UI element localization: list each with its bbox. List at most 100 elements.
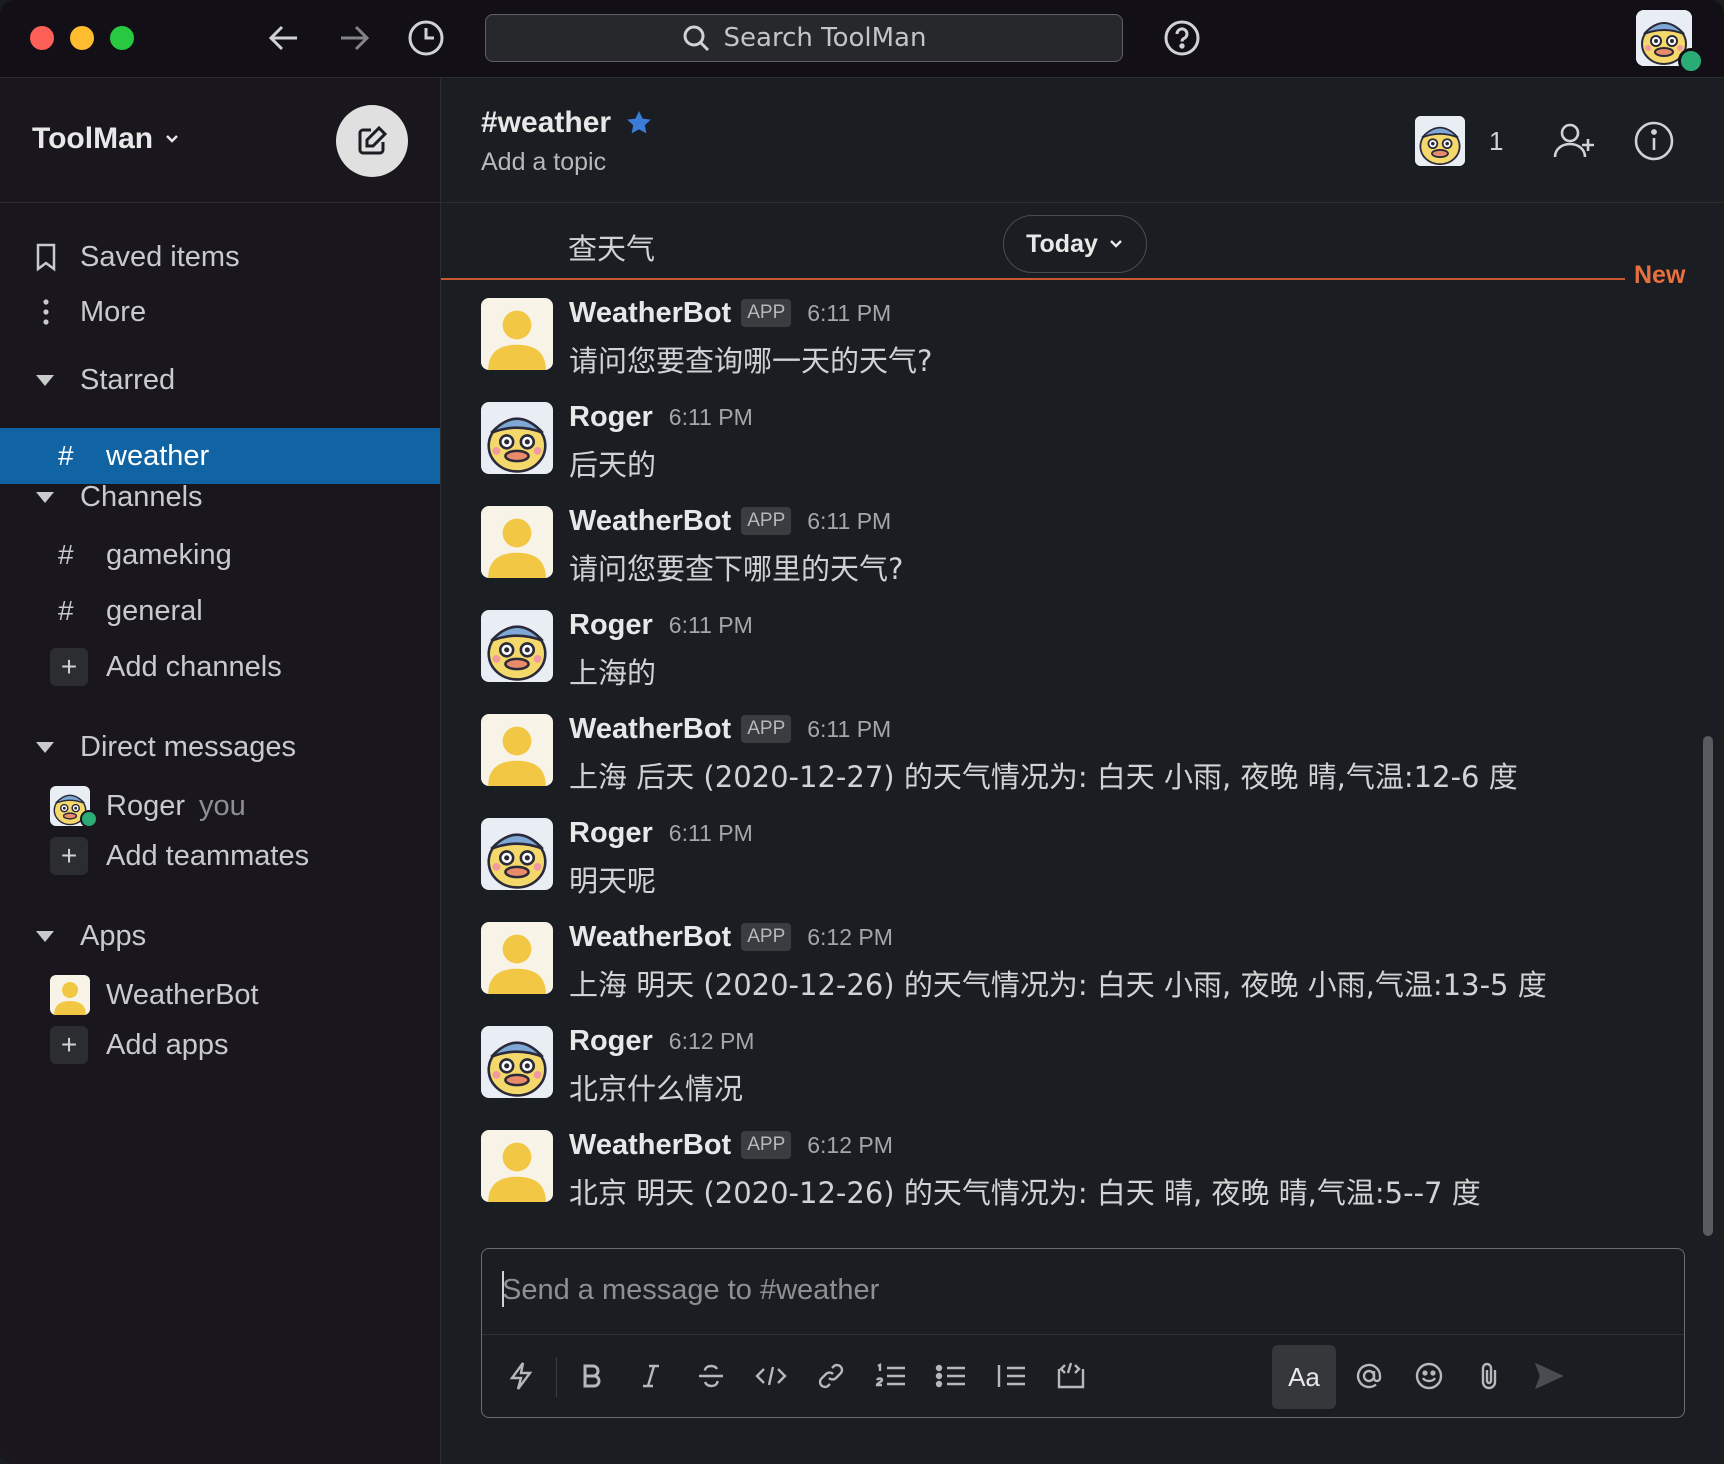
message-timestamp[interactable]: 6:12 PM xyxy=(807,1132,893,1159)
blockquote-icon[interactable] xyxy=(984,1349,1038,1403)
message-timestamp[interactable]: 6:12 PM xyxy=(669,1028,755,1055)
avatar[interactable] xyxy=(481,1026,553,1098)
compose-button[interactable] xyxy=(336,105,408,177)
ordered-list-icon[interactable] xyxy=(864,1349,918,1403)
member-count: 1 xyxy=(1489,125,1504,156)
message-scrollbar[interactable] xyxy=(1703,736,1713,1236)
message-author[interactable]: Roger xyxy=(569,1025,653,1058)
workspace-header: ToolMan xyxy=(0,78,440,203)
workspace-menu[interactable]: ToolMan xyxy=(32,122,181,156)
toolbar-divider xyxy=(482,1334,1684,1335)
sidebar-item-general[interactable]: # general xyxy=(0,585,440,637)
bulleted-list-icon[interactable] xyxy=(924,1349,978,1403)
search-placeholder: Search ToolMan xyxy=(723,23,927,53)
bot-avatar[interactable] xyxy=(481,714,553,786)
code-block-icon[interactable] xyxy=(1044,1349,1098,1403)
message-item[interactable]: WeatherBot APP 6:11 PM 请问您要查询哪一天的天气? xyxy=(481,296,1681,392)
message-author[interactable]: Roger xyxy=(569,817,653,850)
help-icon[interactable] xyxy=(1162,18,1202,58)
sidebar-item-weatherbot[interactable]: WeatherBot xyxy=(0,969,440,1021)
section-channels[interactable]: Channels xyxy=(0,471,440,523)
attachment-icon[interactable] xyxy=(1462,1349,1516,1403)
sidebar-item-more[interactable]: More xyxy=(0,286,440,338)
message-author[interactable]: WeatherBot xyxy=(569,921,731,954)
member-list-button[interactable]: 1 xyxy=(1415,116,1503,166)
sidebar-item-label: More xyxy=(80,295,147,328)
zoom-window-button[interactable] xyxy=(110,26,134,50)
channel-title-button[interactable]: #weather xyxy=(481,106,653,140)
message-item[interactable]: WeatherBot APP 6:12 PM 上海 明天 (2020-12-26) … xyxy=(481,920,1681,1016)
message-author[interactable]: WeatherBot xyxy=(569,505,731,538)
search-bar[interactable]: Search ToolMan xyxy=(485,14,1123,62)
add-people-icon[interactable] xyxy=(1551,118,1597,164)
chevron-down-icon xyxy=(1110,240,1122,248)
add-topic-link[interactable]: Add a topic xyxy=(481,148,606,177)
add-channels-button[interactable]: + Add channels xyxy=(0,641,440,693)
forward-arrow-icon[interactable] xyxy=(334,18,374,58)
message-item[interactable]: WeatherBot APP 6:11 PM 上海 后天 (2020-12-27) … xyxy=(481,712,1681,808)
message-composer[interactable]: Aa xyxy=(481,1248,1685,1418)
avatar[interactable] xyxy=(481,818,553,890)
message-timestamp[interactable]: 6:12 PM xyxy=(807,924,893,951)
message-timestamp[interactable]: 6:11 PM xyxy=(807,508,891,535)
mention-icon[interactable] xyxy=(1342,1349,1396,1403)
strikethrough-icon[interactable] xyxy=(684,1349,738,1403)
bot-avatar[interactable] xyxy=(481,506,553,578)
link-icon[interactable] xyxy=(804,1349,858,1403)
message-item[interactable]: Roger 6:11 PM 后天的 xyxy=(481,400,1681,496)
bot-avatar[interactable] xyxy=(481,298,553,370)
message-author[interactable]: WeatherBot xyxy=(569,1129,731,1162)
toolbar-separator xyxy=(556,1357,557,1397)
send-icon[interactable] xyxy=(1522,1349,1576,1403)
minimize-window-button[interactable] xyxy=(70,26,94,50)
close-window-button[interactable] xyxy=(30,26,54,50)
sidebar-item-gameking[interactable]: # gameking xyxy=(0,529,440,581)
bot-avatar[interactable] xyxy=(481,1130,553,1202)
date-jump-button[interactable]: Today xyxy=(1003,215,1147,273)
message-item[interactable]: WeatherBot APP 6:12 PM 北京 明天 (2020-12-26) … xyxy=(481,1128,1681,1224)
message-item[interactable]: Roger 6:12 PM 北京什么情况 xyxy=(481,1024,1681,1120)
avatar[interactable] xyxy=(481,402,553,474)
message-author[interactable]: WeatherBot xyxy=(569,297,731,330)
bold-icon[interactable] xyxy=(564,1349,618,1403)
back-arrow-icon[interactable] xyxy=(264,18,304,58)
info-icon[interactable] xyxy=(1631,118,1677,164)
bot-avatar xyxy=(50,975,90,1015)
message-timestamp[interactable]: 6:11 PM xyxy=(807,300,891,327)
section-direct-messages[interactable]: Direct messages xyxy=(0,721,440,773)
add-apps-button[interactable]: + Add apps xyxy=(0,1019,440,1071)
section-label: Direct messages xyxy=(80,730,296,763)
section-starred[interactable]: Starred xyxy=(0,354,440,406)
message-timestamp[interactable]: 6:11 PM xyxy=(807,716,891,743)
bot-avatar[interactable] xyxy=(481,922,553,994)
avatar[interactable] xyxy=(481,610,553,682)
message-author[interactable]: Roger xyxy=(569,609,653,642)
message-timestamp[interactable]: 6:11 PM xyxy=(669,404,753,431)
message-timestamp[interactable]: 6:11 PM xyxy=(669,612,753,639)
section-apps[interactable]: Apps xyxy=(0,910,440,962)
message-timestamp[interactable]: 6:11 PM xyxy=(669,820,753,847)
code-icon[interactable] xyxy=(744,1349,798,1403)
add-teammates-button[interactable]: + Add teammates xyxy=(0,830,440,882)
message-author[interactable]: WeatherBot xyxy=(569,713,731,746)
emoji-icon[interactable] xyxy=(1402,1349,1456,1403)
sidebar: ToolMan Saved items More Starred # weath… xyxy=(0,78,441,1464)
sidebar-item-dm-roger[interactable]: Roger you xyxy=(0,780,440,832)
message-list: 查天气 New Today WeatherBot APP 6:11 PM 请问您要查… xyxy=(441,203,1724,1243)
presence-indicator xyxy=(80,810,98,828)
message-author[interactable]: Roger xyxy=(569,401,653,434)
message-input[interactable] xyxy=(500,1267,1664,1313)
app-badge: APP xyxy=(741,1131,792,1159)
formatting-toggle-button[interactable]: Aa xyxy=(1272,1345,1336,1409)
shortcuts-lightning-icon[interactable] xyxy=(494,1349,548,1403)
channel-title: #weather xyxy=(481,106,612,139)
star-icon[interactable] xyxy=(625,109,653,137)
message-item[interactable]: Roger 6:11 PM 明天呢 xyxy=(481,816,1681,912)
italic-icon[interactable] xyxy=(624,1349,678,1403)
message-item[interactable]: Roger 6:11 PM 上海的 xyxy=(481,608,1681,704)
channel-header: #weather Add a topic 1 xyxy=(441,78,1724,203)
message-item[interactable]: WeatherBot APP 6:11 PM 请问您要查下哪里的天气? xyxy=(481,504,1681,600)
new-messages-label: New xyxy=(1634,261,1686,289)
history-clock-icon[interactable] xyxy=(406,18,446,58)
sidebar-item-saved[interactable]: Saved items xyxy=(0,231,440,283)
